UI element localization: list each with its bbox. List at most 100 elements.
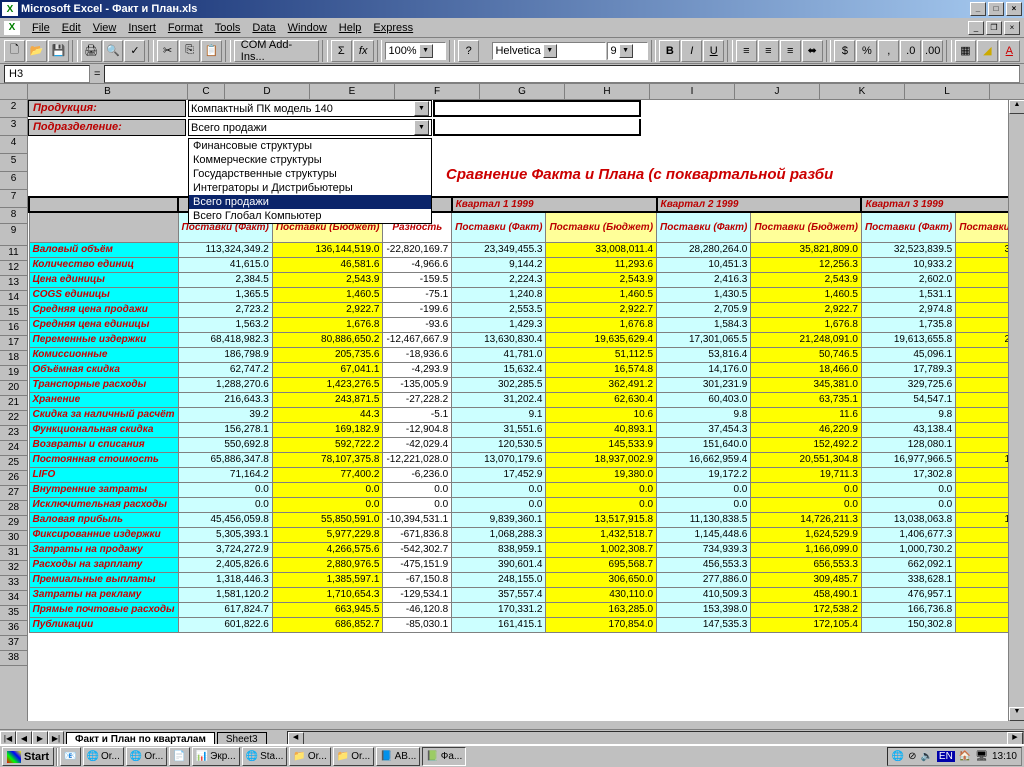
cell[interactable]: -135,005.9 [383,377,452,392]
new-icon[interactable]: 🗋 [4,40,25,62]
cell[interactable]: 734,939.3 [657,542,751,557]
row-header[interactable]: 3 [0,118,27,136]
cell[interactable]: 592,722.2 [272,437,383,452]
cell[interactable]: 16,662,959.4 [657,452,751,467]
cell[interactable]: 0.0 [546,497,657,512]
minimize-button[interactable]: _ [970,2,986,16]
cell[interactable]: 0.0 [272,482,383,497]
cell[interactable]: 1,145,448.6 [657,527,751,542]
cell[interactable]: 2,922.7 [751,302,862,317]
cell[interactable]: 163,285.0 [546,602,657,617]
col-header[interactable]: G [480,84,565,99]
cell[interactable]: 0.0 [657,497,751,512]
menu-edit[interactable]: Edit [56,20,87,36]
menu-tools[interactable]: Tools [209,20,247,36]
cell[interactable]: 1,676.8 [272,317,383,332]
cell[interactable]: 456,553.3 [657,557,751,572]
cell[interactable]: 1,318,446.3 [178,572,272,587]
menu-express[interactable]: Express [367,20,419,36]
cell[interactable]: 205,735.6 [272,347,383,362]
cell[interactable]: 50,746.5 [751,347,862,362]
save-icon[interactable]: 💾 [48,40,69,62]
doc-minimize-button[interactable]: _ [968,21,984,35]
cell[interactable]: 0.0 [452,497,546,512]
cell[interactable]: 1,365.5 [178,287,272,302]
dec-decimal-icon[interactable]: .00 [922,40,943,62]
cell[interactable]: 0.0 [861,482,955,497]
cell[interactable]: 19,613,655.8 [861,332,955,347]
row-header[interactable]: 6 [0,172,27,190]
row-header[interactable]: 8 [0,208,27,224]
dropdown-item[interactable]: Государственные структуры [189,167,431,181]
cell[interactable]: 1,288,270.6 [178,377,272,392]
cell[interactable]: 686,852.7 [272,617,383,632]
tray-icon[interactable]: 🏠 [959,751,971,762]
menu-view[interactable]: View [87,20,123,36]
row-header[interactable]: 26 [0,471,27,486]
cell[interactable]: 1,166,099.0 [751,542,862,557]
borders-icon[interactable]: ▦ [955,40,976,62]
cell[interactable]: 362,491.2 [546,377,657,392]
cell[interactable]: 3,724,272.9 [178,542,272,557]
cell[interactable]: -46,120.8 [383,602,452,617]
cell[interactable]: -12,221,028.0 [383,452,452,467]
italic-icon[interactable]: I [681,40,702,62]
cell[interactable]: 695,568.7 [546,557,657,572]
cell[interactable]: -10,394,531.1 [383,512,452,527]
cell[interactable]: 1,429.3 [452,317,546,332]
row-header[interactable]: 21 [0,396,27,411]
cell[interactable]: 2,384.5 [178,272,272,287]
cell[interactable]: -75.1 [383,287,452,302]
cell[interactable]: 186,798.9 [178,347,272,362]
taskbar-item[interactable]: 📊Экр... [192,747,240,766]
cell[interactable]: 128,080.1 [861,437,955,452]
taskbar-item[interactable]: 📄 [169,747,189,766]
cell[interactable]: 17,789.3 [861,362,955,377]
tray-icon[interactable]: 🔊 [920,751,932,762]
autosum-icon[interactable]: Σ [331,40,352,62]
menu-help[interactable]: Help [333,20,368,36]
maximize-button[interactable]: □ [988,2,1004,16]
cell[interactable]: 13,038,063.8 [861,512,955,527]
cell[interactable]: 1,460.5 [751,287,862,302]
col-header[interactable]: D [225,84,310,99]
print-icon[interactable]: 🖨 [81,40,102,62]
cell[interactable]: 1,240.8 [452,287,546,302]
row-header[interactable]: 38 [0,651,27,666]
cell[interactable]: 14,176.0 [657,362,751,377]
fontsize-combo[interactable]: 9▼ [607,42,647,60]
cell[interactable]: 16,977,966.5 [861,452,955,467]
cell[interactable]: 2,543.9 [751,272,862,287]
cell[interactable]: -6,236.0 [383,467,452,482]
row-header[interactable]: 24 [0,441,27,456]
cell[interactable]: 345,381.0 [751,377,862,392]
fill-color-icon[interactable]: ◢ [977,40,998,62]
cell[interactable]: 1,676.8 [546,317,657,332]
cell[interactable]: 1,000,730.2 [861,542,955,557]
cell[interactable]: 10.6 [546,407,657,422]
cell[interactable]: 243,871.5 [272,392,383,407]
cell[interactable]: 16,574.8 [546,362,657,377]
cell[interactable]: 2,405,826.6 [178,557,272,572]
cell[interactable]: 41,615.0 [178,257,272,272]
cell[interactable]: 17,301,065.5 [657,332,751,347]
cell[interactable]: 32,523,839.5 [861,242,955,257]
cell[interactable]: 147,535.3 [657,617,751,632]
cell[interactable]: -85,030.1 [383,617,452,632]
row-header[interactable]: 2 [0,100,27,118]
align-right-icon[interactable]: ≡ [780,40,801,62]
cell[interactable]: 10,933.2 [861,257,955,272]
cell[interactable]: 62,630.4 [546,392,657,407]
tray-icon[interactable]: 🌐 [892,751,904,762]
function-icon[interactable]: fx [353,40,374,62]
cell[interactable]: 1,423,276.5 [272,377,383,392]
cell[interactable]: 1,002,308.7 [546,542,657,557]
cell[interactable]: 45,456,059.8 [178,512,272,527]
help-icon[interactable]: ? [458,40,479,62]
cell[interactable]: 9,839,360.1 [452,512,546,527]
scroll-up-icon[interactable]: ▲ [1009,100,1024,114]
division-dropdown-list[interactable]: Финансовые структуры Коммерческие структ… [188,138,432,224]
cell[interactable]: 601,822.6 [178,617,272,632]
cell[interactable]: 172,538.2 [751,602,862,617]
cell[interactable]: 1,406,677.3 [861,527,955,542]
